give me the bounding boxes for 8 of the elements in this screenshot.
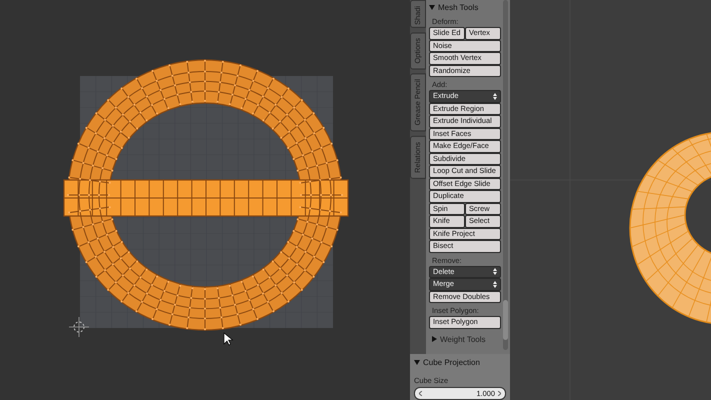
scrollbar[interactable]: [503, 0, 508, 350]
3d-cursor-icon: [68, 316, 90, 338]
panel-header[interactable]: Cube Projection: [414, 354, 506, 370]
mouse-pointer-icon: [224, 332, 234, 346]
panel-header[interactable]: Mesh Tools: [429, 0, 501, 14]
up-down-arrows-icon: [493, 280, 497, 288]
up-down-arrows-icon: [493, 92, 497, 100]
up-down-arrows-icon: [493, 268, 497, 276]
